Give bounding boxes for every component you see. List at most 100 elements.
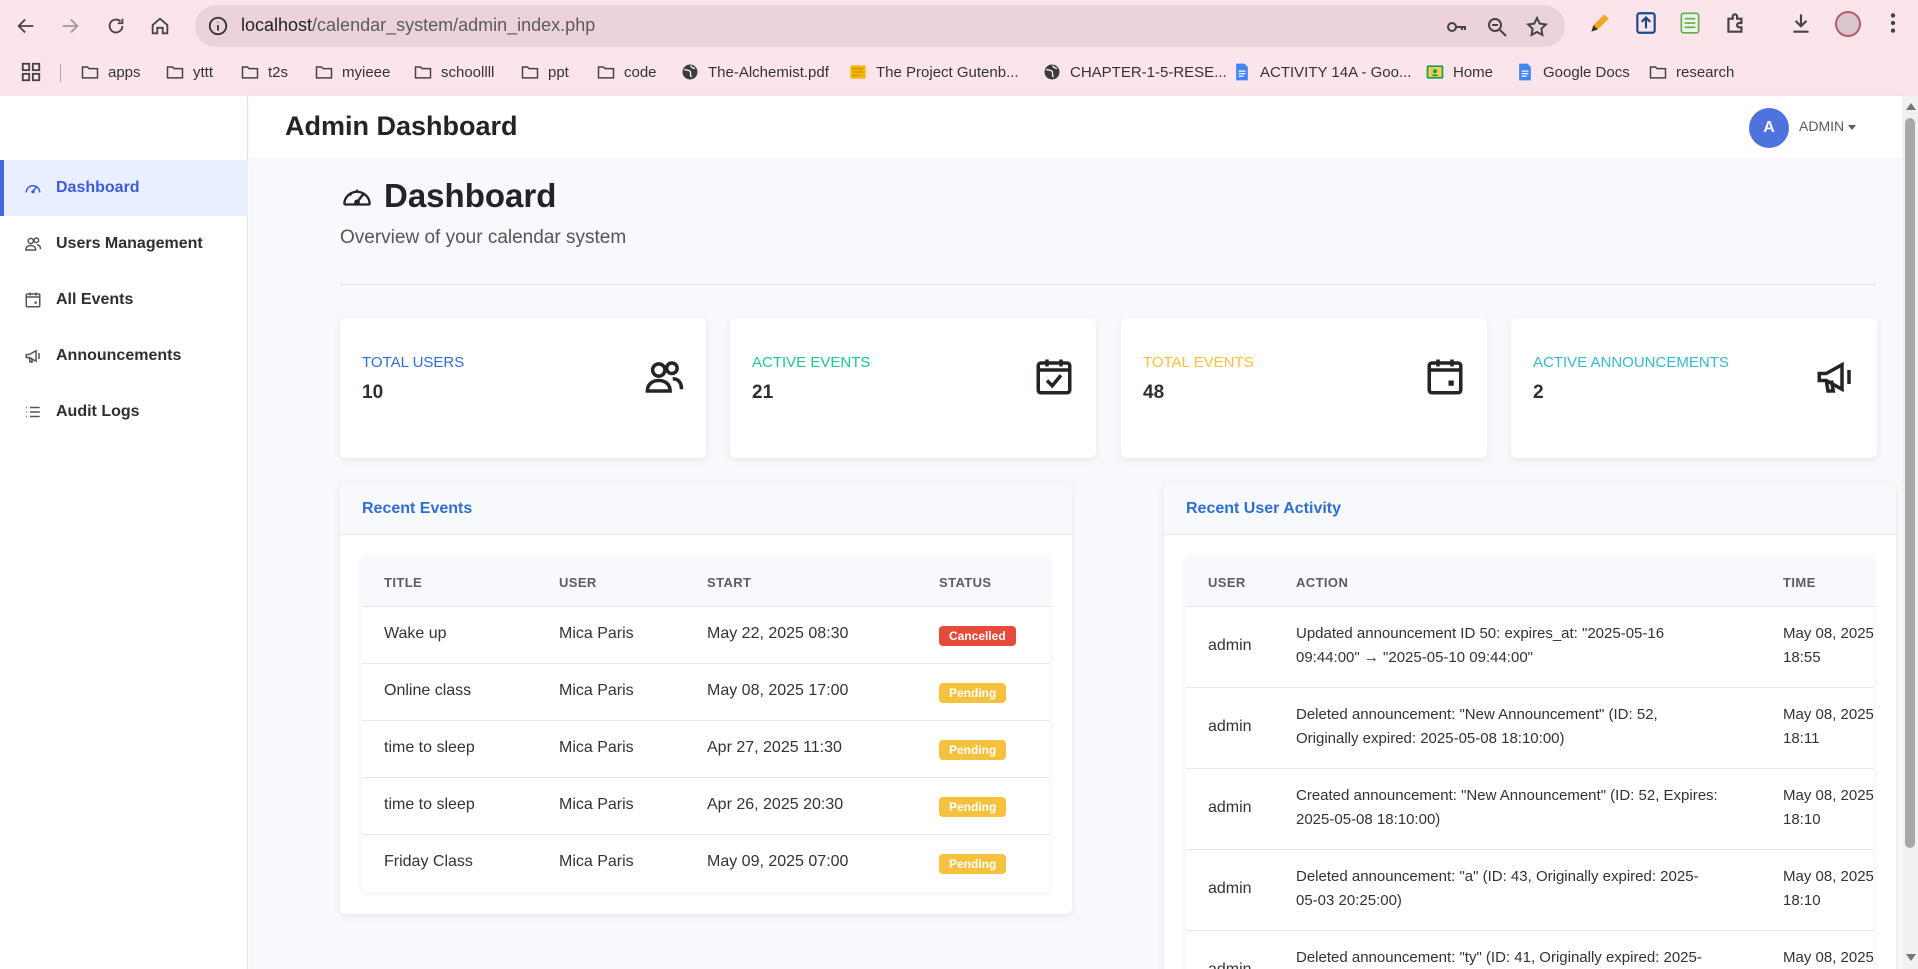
status-badge: Pending	[939, 740, 1007, 760]
event-user: Mica Paris	[559, 682, 634, 699]
reload-button[interactable]	[98, 8, 134, 44]
address-bar[interactable]: localhost/calendar_system/admin_index.ph…	[195, 5, 1565, 47]
divider	[340, 284, 1876, 285]
back-button[interactable]	[8, 8, 44, 44]
key-icon[interactable]	[1445, 15, 1469, 39]
bookmark-2[interactable]: yttt	[165, 60, 213, 84]
table-row[interactable]: Wake up Mica Paris May 22, 2025 08:30 Cance…	[362, 607, 1050, 664]
activity-time: May 08, 2025	[1783, 787, 1874, 804]
calendar-check-icon	[1036, 359, 1072, 395]
bookmark-8[interactable]: The-Alchemist.pdf	[680, 60, 829, 84]
classroom-icon	[1426, 65, 1444, 79]
bookmark-label: ACTIVITY 14A - Goo...	[1260, 63, 1412, 81]
table-row[interactable]: time to sleep Mica Paris Apr 27, 2025 11:3…	[362, 721, 1050, 778]
bookmark-label: ppt	[548, 63, 569, 81]
calendar-icon	[25, 292, 41, 308]
url-path: /calendar_system/admin_index.php	[312, 15, 596, 35]
user-menu-toggle[interactable]: ADMIN	[1799, 118, 1857, 134]
zoom-icon[interactable]	[1485, 15, 1509, 39]
list-icon	[26, 406, 40, 418]
kebab-menu-icon[interactable]	[1880, 10, 1906, 36]
table-row[interactable]: Online class Mica Paris May 08, 2025 17:00…	[362, 664, 1050, 721]
home-button[interactable]	[142, 8, 178, 44]
column-header: STATUS	[939, 575, 992, 590]
bookmark-12[interactable]: Home	[1425, 60, 1493, 84]
activity-action: Deleted announcement: "a" (ID: 43, Origi…	[1296, 868, 1699, 885]
status-badge: Pending	[939, 797, 1007, 817]
bookmark-label: Home	[1453, 63, 1494, 81]
page-subtitle: Overview of your calendar system	[340, 227, 627, 248]
browser-chrome: localhost/calendar_system/admin_index.ph…	[0, 0, 1918, 96]
bookmark-label: yttt	[193, 63, 214, 81]
stat-value: 21	[752, 382, 774, 403]
megaphone-icon	[1817, 361, 1851, 393]
scroll-down-arrow[interactable]	[1906, 954, 1916, 961]
folder-icon	[414, 66, 432, 79]
bookmark-13[interactable]: Google Docs	[1515, 60, 1630, 84]
upload-extension-icon[interactable]	[1633, 10, 1659, 36]
bookmark-label: t2s	[268, 63, 289, 81]
table-row[interactable]: admin Deleted announcement: "ty" (ID: 41,…	[1186, 931, 1874, 969]
site-info-icon[interactable]	[207, 15, 229, 37]
activity-user: admin	[1208, 880, 1252, 897]
sidebar-item-dashboard[interactable]: Dashboard	[0, 160, 248, 216]
table-row[interactable]: Friday Class Mica Paris May 09, 2025 07:00…	[362, 835, 1050, 892]
table-row[interactable]: admin Deleted announcement: "a" (ID: 43, …	[1186, 850, 1874, 931]
bookmark-4[interactable]: myieee	[314, 60, 390, 84]
scroll-up-arrow[interactable]	[1906, 103, 1916, 110]
app: Dashboard Users Management All Events Annou…	[0, 96, 1918, 969]
sidebar-item-all-events[interactable]: All Events	[0, 272, 248, 328]
stat-card-total-events: TOTAL EVENTS 48	[1121, 318, 1487, 458]
recent-activity-table: USER ACTION TIME admin Updated announcement …	[1186, 557, 1874, 969]
stat-label: TOTAL USERS	[362, 354, 465, 371]
puzzle-extension-icon[interactable]	[1723, 10, 1749, 36]
user-avatar[interactable]: A	[1749, 108, 1789, 148]
sidebar-item-label: Audit Logs	[56, 403, 140, 420]
activity-user: admin	[1208, 637, 1252, 654]
bookmark-9[interactable]: The Project Gutenb...	[848, 60, 1019, 84]
users-icon	[25, 237, 42, 251]
bookmark-5[interactable]: schoollll	[413, 60, 494, 84]
bookmark-11[interactable]: ACTIVITY 14A - Goo...	[1232, 60, 1411, 84]
pencil-extension-icon[interactable]	[1587, 10, 1613, 36]
sidebar-item-announcements[interactable]: Announcements	[0, 328, 248, 384]
sheets-extension-icon[interactable]	[1677, 10, 1703, 36]
sidebar-item-users-management[interactable]: Users Management	[0, 216, 248, 272]
table-row[interactable]: time to sleep Mica Paris Apr 26, 2025 20:3…	[362, 778, 1050, 835]
main-content: Dashboard Overview of your calendar syst…	[249, 157, 1902, 969]
event-title: time to sleep	[384, 796, 475, 813]
bookmark-3[interactable]: t2s	[240, 60, 288, 84]
activity-action: Deleted announcement: "New Announcement"…	[1296, 706, 1658, 723]
download-icon[interactable]	[1788, 10, 1814, 36]
activity-time-cont: 18:10	[1783, 811, 1821, 828]
profile-avatar[interactable]	[1835, 11, 1861, 37]
table-row[interactable]: admin Deleted announcement: "New Announce…	[1186, 688, 1874, 769]
recent-activity-title: Recent User Activity	[1164, 483, 1896, 535]
forward-button[interactable]	[52, 8, 88, 44]
table-header: TITLE USER START STATUS	[362, 557, 1050, 607]
table-row[interactable]: admin Created announcement: "New Announce…	[1186, 769, 1874, 850]
event-title: time to sleep	[384, 739, 475, 756]
sidebar-item-audit-logs[interactable]: Audit Logs	[0, 384, 248, 440]
bookmark-10[interactable]: CHAPTER-1-5-RESE...	[1042, 60, 1227, 84]
bookmark-6[interactable]: ppt	[520, 60, 569, 84]
bookmark-label: schoollll	[441, 63, 495, 81]
scrollbar-thumb[interactable]	[1905, 118, 1915, 848]
activity-action-cont: 2025-05-08 18:10:00)	[1296, 811, 1441, 828]
bookmark-1[interactable]: apps	[80, 60, 141, 84]
bookmark-14[interactable]: research	[1648, 60, 1734, 84]
bookmark-label: code	[624, 63, 657, 81]
sidebar-item-label: Announcements	[56, 347, 182, 364]
url-text: localhost/calendar_system/admin_index.ph…	[241, 15, 595, 36]
event-title: Online class	[384, 682, 472, 699]
activity-user: admin	[1208, 799, 1252, 816]
activity-time: May 08, 2025	[1783, 868, 1874, 885]
bookmark-7[interactable]: code	[596, 60, 657, 84]
event-start: May 08, 2025 17:00	[707, 682, 849, 699]
column-header: USER	[1208, 575, 1246, 590]
stat-value: 2	[1533, 382, 1544, 403]
event-title: Friday Class	[384, 853, 473, 870]
star-icon[interactable]	[1525, 15, 1549, 39]
table-row[interactable]: admin Updated announcement ID 50: expires…	[1186, 607, 1874, 688]
event-start: May 09, 2025 07:00	[707, 853, 849, 870]
